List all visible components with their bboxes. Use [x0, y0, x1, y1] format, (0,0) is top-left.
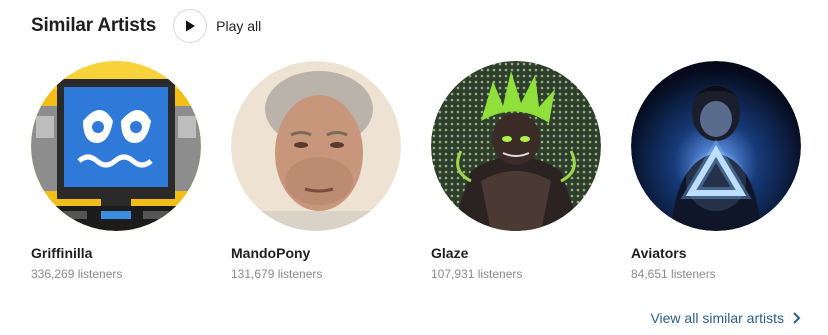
section-header: Similar Artists Play all [31, 8, 261, 44]
artist-avatar-aviators[interactable] [631, 61, 801, 231]
artist-name[interactable]: Aviators [631, 245, 801, 261]
view-all-label[interactable]: View all similar artists [650, 310, 784, 326]
artist-name[interactable]: Glaze [431, 245, 601, 261]
artist-card-aviators[interactable]: Aviators 84,651 listeners [631, 61, 801, 281]
artist-name[interactable]: MandoPony [231, 245, 401, 261]
view-all-similar-artists-link[interactable]: View all similar artists [650, 310, 801, 326]
artist-listeners: 131,679 listeners [231, 267, 323, 281]
play-all-label[interactable]: Play all [216, 18, 261, 34]
artist-listeners: 336,269 listeners [31, 267, 123, 281]
artist-avatar-mandopony[interactable] [231, 61, 401, 231]
section-title: Similar Artists [31, 15, 157, 36]
artist-card-mandopony[interactable]: MandoPony 131,679 listeners [231, 61, 401, 281]
artist-avatar-glaze[interactable] [431, 61, 601, 231]
artist-card-glaze[interactable]: Glaze 107,931 listeners [431, 61, 601, 281]
artist-card-griffinilla[interactable]: Griffinilla 336,269 listeners [31, 61, 201, 281]
chevron-right-icon [793, 312, 801, 324]
artist-avatar-griffinilla[interactable] [31, 61, 201, 231]
artist-listeners: 84,651 listeners [631, 267, 716, 281]
artist-listeners: 107,931 listeners [431, 267, 523, 281]
artist-name[interactable]: Griffinilla [31, 245, 201, 261]
play-icon [186, 20, 196, 32]
play-all-button[interactable] [173, 9, 208, 43]
